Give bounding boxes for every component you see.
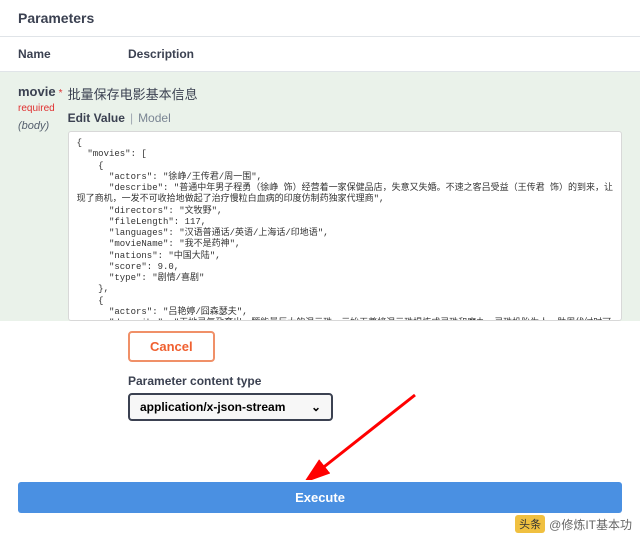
json-content: { "movies": [ { "actors": "徐峥/王传君/周一围", …	[69, 132, 621, 321]
parameter-name-column: movie* required (body)	[18, 84, 68, 321]
tab-edit-value[interactable]: Edit Value	[68, 111, 125, 125]
parameter-description: 批量保存电影基本信息	[68, 84, 622, 103]
parameters-heading: Parameters	[0, 0, 640, 37]
parameter-body-column: 批量保存电影基本信息 Edit Value|Model { "movies": …	[68, 84, 622, 321]
watermark: 头条 @修炼IT基本功	[515, 515, 632, 533]
value-tabs: Edit Value|Model	[68, 111, 622, 125]
json-editor[interactable]: { "movies": [ { "actors": "徐峥/王传君/周一围", …	[68, 131, 622, 321]
parameter-row: movie* required (body) 批量保存电影基本信息 Edit V…	[0, 72, 640, 321]
watermark-text: @修炼IT基本功	[549, 516, 632, 533]
annotation-arrow	[305, 390, 425, 480]
content-type-label: Parameter content type	[128, 374, 640, 388]
table-header-row: Name Description	[0, 37, 640, 72]
tab-model[interactable]: Model	[138, 111, 171, 125]
content-type-select[interactable]: application/x-json-stream ⌄	[128, 393, 333, 421]
parameter-name: movie	[18, 84, 56, 99]
column-header-description: Description	[128, 47, 622, 61]
column-header-name: Name	[18, 47, 128, 61]
watermark-badge: 头条	[515, 515, 545, 533]
execute-button[interactable]: Execute	[18, 482, 622, 513]
content-type-value: application/x-json-stream	[140, 400, 285, 414]
cancel-button[interactable]: Cancel	[128, 331, 215, 362]
parameter-in-label: (body)	[18, 120, 68, 132]
